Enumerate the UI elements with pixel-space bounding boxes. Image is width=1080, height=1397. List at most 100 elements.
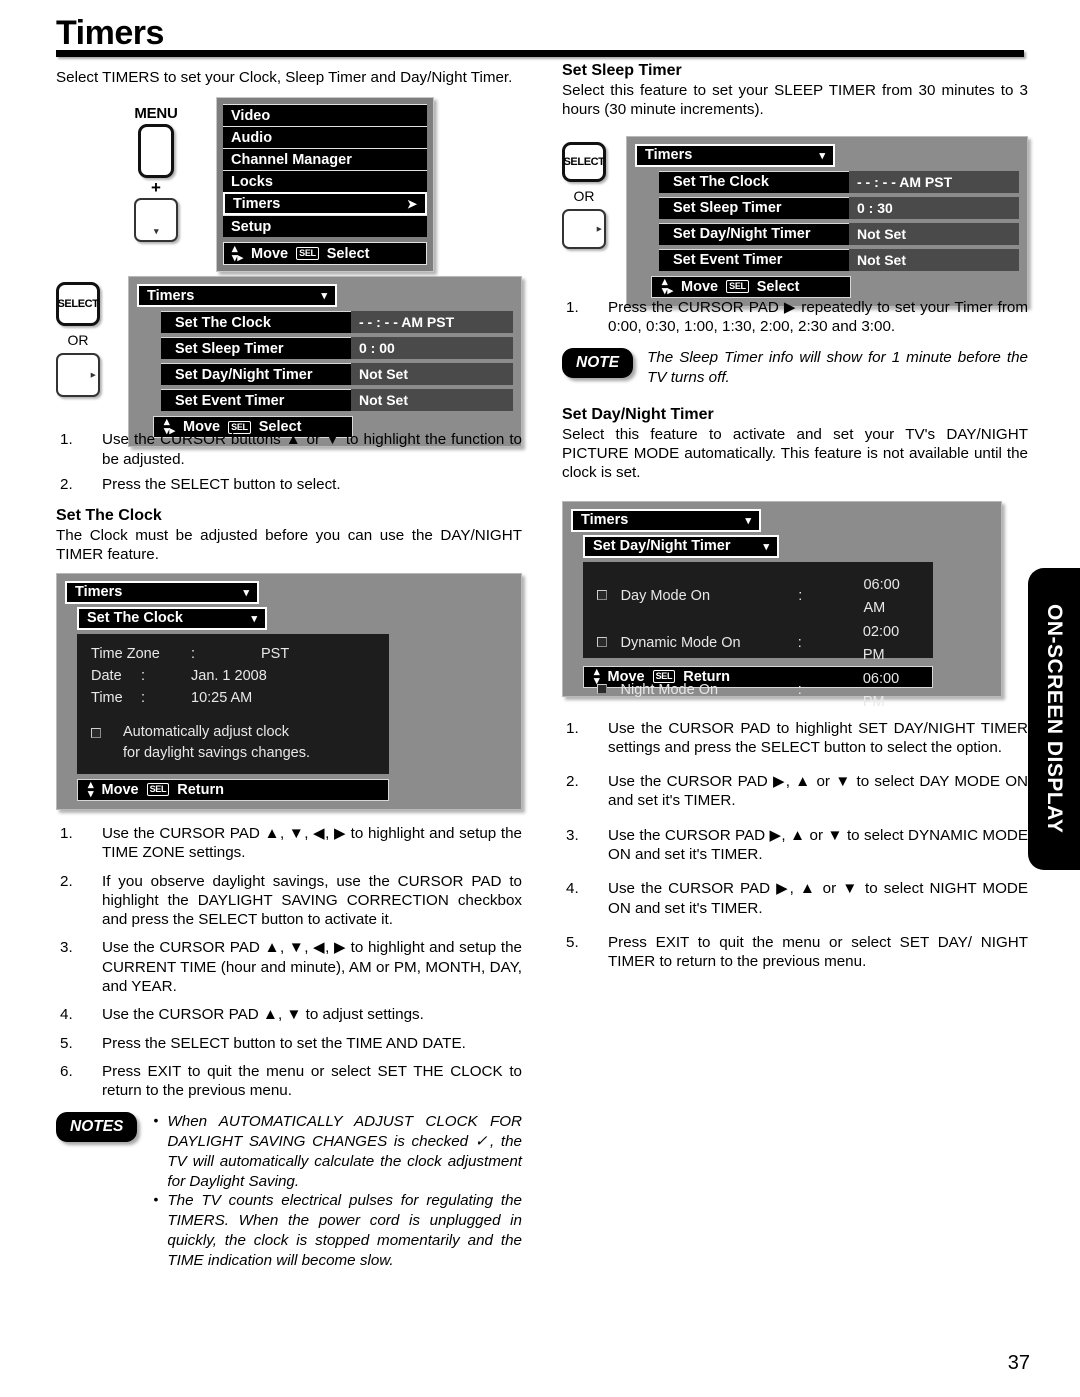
field-colon: : [191, 645, 196, 662]
step-number: 2. [60, 872, 73, 890]
daylight-saving-checkbox-row[interactable]: Automatically adjust clock for daylight … [91, 722, 375, 764]
menu-item-label: Channel Manager [231, 151, 352, 168]
field-value: 06:00 AM [863, 576, 900, 617]
table-row[interactable]: Set Event Timer Not Set [635, 248, 1019, 271]
osd-title-label: Timers [147, 287, 195, 304]
notes-list: When AUTOMATICALLY ADJUST CLOCK FOR DAYL… [151, 1111, 522, 1270]
checkbox-label-line2: for daylight savings changes. [123, 744, 310, 761]
up-down-arrows-icon: ▴ ▾ [594, 665, 600, 687]
field-day-mode-on[interactable]: Day Mode On : 06:00 AM [597, 574, 919, 621]
menu-item-label: Audio [231, 129, 273, 146]
menu-item-locks[interactable]: Locks [223, 170, 427, 193]
row-label: Set Day/Night Timer [161, 363, 351, 386]
field-value: Jan. 1 2008 [191, 667, 267, 684]
menu-item-video[interactable]: Video [223, 104, 427, 127]
chevron-down-icon: ▾ [153, 226, 159, 237]
field-dynamic-mode-on[interactable]: Dynamic Mode On : 02:00 PM [597, 621, 919, 668]
step-number: 5. [60, 1034, 73, 1052]
row-value: Not Set [849, 222, 1019, 245]
cursor-pad-down-key[interactable]: ▾ [134, 198, 178, 243]
field-value: 02:00 PM [862, 623, 900, 664]
steps-list-set-clock: 1. Use the CURSOR PAD ▲, ▼, ◀, ▶ to highl… [56, 824, 522, 1101]
step-text: Press EXIT to quit the menu or select SE… [608, 933, 1028, 971]
table-row[interactable]: Set Sleep Timer 0 : 00 [137, 337, 513, 360]
field-colon: : [797, 682, 802, 699]
section-heading-set-day-night-timer: Set Day/Night Timer [562, 405, 714, 423]
step-number: 3. [566, 826, 579, 844]
select-key[interactable]: SELECT [562, 141, 606, 182]
select-key[interactable]: SELECT [56, 282, 100, 327]
menu-item-label: Setup [231, 218, 272, 235]
step-text: Use the CURSOR buttons ▲ or ▼ to highlig… [102, 431, 522, 468]
osd-footer: ▴ ▾▸ Move SEL Select [651, 275, 851, 298]
menu-item-label: Timers [233, 195, 281, 212]
checkbox-icon[interactable] [91, 722, 123, 764]
field-time[interactable]: Time : 10:25 AM [91, 687, 375, 709]
osd-subtitle-label: Set The Clock [87, 610, 183, 627]
list-item: 1. Use the CURSOR buttons ▲ or ▼ to highl… [56, 430, 522, 469]
menu-item-channel-manager[interactable]: Channel Manager [223, 148, 427, 171]
step-number: 1. [60, 431, 73, 449]
chevron-down-icon: ▾ [243, 586, 249, 599]
row-value: 0 : 00 [351, 337, 513, 360]
field-label: Date [91, 667, 122, 684]
step-number: 3. [60, 939, 73, 957]
cursor-pad-right-key[interactable]: ▸ [56, 353, 100, 398]
section-side-tab: ON-SCREEN DISPLAY [1028, 568, 1080, 870]
table-row[interactable]: Set Day/Night Timer Not Set [635, 222, 1019, 245]
osd-title-timers[interactable]: Timers ▾ [137, 284, 337, 308]
field-colon: : [797, 635, 802, 652]
day-night-osd-panel: Timers ▾ Set Day/Night Timer ▾ Day Mode … [562, 500, 1002, 710]
table-row[interactable]: Set Day/Night Timer Not Set [137, 363, 513, 386]
row-label: Set Sleep Timer [161, 337, 351, 360]
menu-key[interactable] [138, 124, 174, 179]
row-value: Not Set [351, 363, 513, 386]
select-label: Select [756, 278, 800, 295]
up-down-arrows-icon: ▴ ▾▸ [232, 242, 244, 264]
table-row[interactable]: Set The Clock - - : - - AM PST [137, 311, 513, 334]
timers-osd-panel: Timers ▾ Set The Clock - - : - - AM PST … [128, 276, 522, 448]
list-item: 5. Press EXIT to quit the menu or select … [562, 933, 1028, 972]
osd-subtitle-set-the-clock[interactable]: Set The Clock ▾ [77, 606, 267, 630]
field-date[interactable]: Date : Jan. 1 2008 [91, 665, 375, 687]
sel-key-icon: SEL [146, 783, 170, 797]
step-text: If you observe daylight savings, use the… [102, 872, 522, 929]
set-clock-osd-panel: Timers ▾ Set The Clock ▾ Time Zone : PST… [56, 572, 522, 810]
intro-paragraph: Select TIMERS to set your Clock, Sleep T… [56, 69, 513, 86]
table-row[interactable]: Set Sleep Timer 0 : 30 [635, 196, 1019, 219]
list-item: 4. Use the CURSOR PAD ▲, ▼ to adjust sett… [56, 1005, 522, 1024]
up-down-arrows-icon: ▴ ▾ [88, 778, 94, 800]
menu-item-timers[interactable]: Timers ➤ [223, 192, 427, 216]
checkbox-icon[interactable] [597, 585, 621, 608]
select-button-group: SELECT OR ▸ [56, 282, 100, 398]
table-row[interactable]: Set Event Timer Not Set [137, 389, 513, 412]
table-row[interactable]: Set The Clock - - : - - AM PST [635, 170, 1019, 193]
return-label: Return [683, 668, 730, 685]
chevron-down-icon: ▾ [251, 612, 257, 625]
field-time-zone[interactable]: Time Zone : PST [91, 643, 375, 665]
cursor-pad-right-key[interactable]: ▸ [562, 208, 606, 249]
main-menu-footer: ▴ ▾▸ Move SEL Select [223, 242, 427, 266]
field-colon: : [141, 667, 146, 684]
step-number: 4. [60, 1006, 73, 1024]
chevron-right-icon: ▸ [596, 223, 602, 234]
checkbox-icon[interactable] [597, 632, 621, 655]
osd-title-timers[interactable]: Timers ▾ [635, 143, 835, 167]
menu-item-label: Locks [231, 173, 273, 190]
osd-title-timers[interactable]: Timers ▾ [65, 580, 259, 604]
osd-subtitle-set-day-night-timer[interactable]: Set Day/Night Timer ▾ [583, 534, 779, 558]
move-label: Move [681, 278, 719, 295]
day-night-settings-body: Day Mode On : 06:00 AM Dynamic Mode On :… [583, 561, 933, 710]
chevron-down-icon: ▾ [321, 290, 327, 303]
row-label: Set Event Timer [161, 389, 351, 412]
field-colon: : [798, 588, 803, 605]
step-number: 5. [566, 933, 579, 951]
chevron-down-icon: ▾ [763, 540, 769, 553]
side-tab-label: ON-SCREEN DISPLAY [1043, 604, 1066, 834]
menu-item-audio[interactable]: Audio [223, 126, 427, 149]
menu-item-setup[interactable]: Setup [223, 215, 427, 238]
page-number: 37 [1007, 1352, 1030, 1374]
main-menu-panel: Video Audio Channel Manager Locks Timers… [216, 97, 434, 273]
osd-subtitle-label: Set Day/Night Timer [593, 538, 731, 555]
osd-title-timers[interactable]: Timers ▾ [571, 508, 761, 532]
